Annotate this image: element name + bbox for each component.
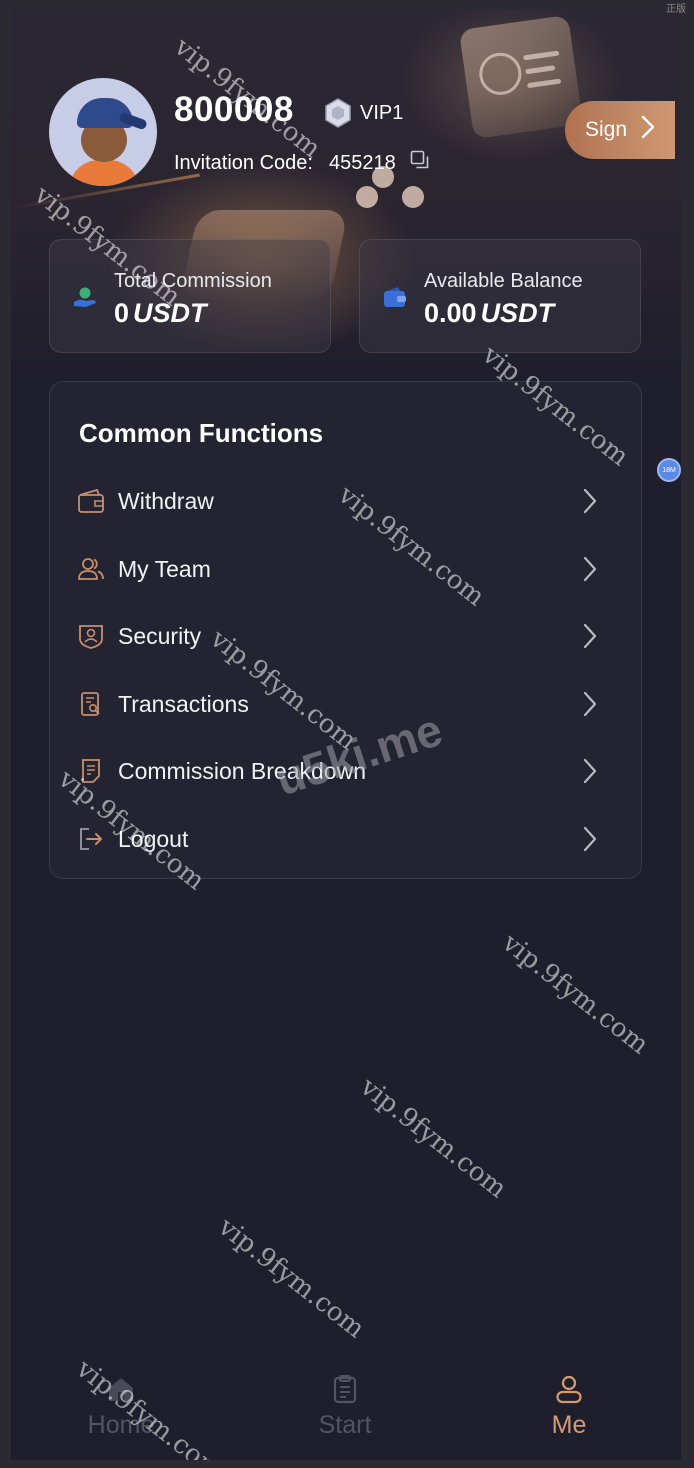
available-balance-card[interactable]: Available Balance 0.00 USDT — [359, 239, 641, 353]
commission-hand-icon — [72, 286, 98, 315]
menu-item-withdraw[interactable]: Withdraw — [50, 475, 643, 527]
tab-start[interactable]: Start — [275, 1374, 415, 1440]
search-document-icon — [77, 690, 105, 718]
chevron-right-icon — [582, 622, 598, 655]
clipboard-icon — [275, 1374, 415, 1409]
avatar[interactable] — [49, 78, 157, 186]
total-commission-value: 0 USDT — [114, 298, 207, 328]
invitation-row: Invitation Code: 455218 — [174, 150, 430, 176]
user-id: 800008 — [174, 90, 294, 129]
list-document-icon — [77, 757, 105, 785]
chevron-right-icon — [582, 825, 598, 858]
chevron-right-icon — [582, 690, 598, 723]
copy-icon[interactable] — [410, 150, 430, 176]
sign-label: Sign — [585, 118, 628, 141]
decorative-coin — [476, 50, 525, 98]
common-functions-card: Common Functions Withdraw My Team Securi… — [49, 381, 642, 879]
chevron-right-icon — [582, 487, 598, 520]
tab-me[interactable]: Me — [499, 1374, 639, 1440]
wallet-icon — [77, 487, 105, 515]
tab-home[interactable]: Home — [51, 1374, 191, 1440]
menu-item-my-team[interactable]: My Team — [50, 543, 643, 595]
vip-badge: VIP1 — [324, 98, 403, 128]
sign-button[interactable]: Sign — [565, 101, 675, 159]
tab-label: Me — [551, 1411, 587, 1439]
available-balance-label: Available Balance — [424, 270, 583, 292]
watermark-text: vip.9fym.com — [212, 1212, 371, 1345]
chevron-right-icon — [641, 115, 655, 145]
menu-label: Transactions — [118, 691, 249, 717]
menu-item-transactions[interactable]: Transactions — [50, 678, 643, 730]
total-commission-label: Total Commission — [114, 270, 272, 292]
invitation-code: 455218 — [328, 151, 396, 174]
chevron-right-icon — [582, 555, 598, 588]
corner-label: 正版 — [666, 4, 686, 15]
chevron-right-icon — [582, 757, 598, 790]
bottom-tab-bar: Home Start Me — [11, 1366, 681, 1460]
available-balance-value: 0.00 USDT — [424, 298, 555, 328]
wallet-balance-icon — [382, 286, 408, 315]
menu-label: My Team — [118, 556, 211, 582]
vip-level: VIP1 — [360, 101, 404, 124]
team-icon — [77, 555, 105, 583]
total-commission-card[interactable]: Total Commission 0 USDT — [49, 239, 331, 353]
shield-user-icon — [77, 622, 105, 650]
menu-label: Logout — [118, 826, 189, 852]
watermark-text: vip.9fym.com — [354, 1072, 513, 1205]
home-icon — [51, 1374, 191, 1409]
logout-icon — [77, 825, 105, 853]
decorative-card-illustration — [458, 14, 584, 140]
app-screen: 800008 VIP1 Invitation Code: 455218 Sign — [11, 10, 681, 1460]
watermark-text: vip.9fym.com — [496, 928, 655, 1061]
menu-item-security[interactable]: Security — [50, 610, 643, 662]
menu-item-logout[interactable]: Logout — [50, 813, 643, 865]
common-functions-title: Common Functions — [79, 418, 324, 448]
tab-label: Start — [318, 1411, 372, 1439]
tab-label: Home — [87, 1411, 155, 1439]
vip-hexagon-icon — [324, 98, 352, 128]
menu-label: Withdraw — [118, 488, 214, 514]
floating-badge[interactable]: 18M — [657, 458, 681, 482]
menu-label: Security — [118, 623, 202, 649]
invitation-label: Invitation Code: — [174, 151, 313, 174]
user-icon — [499, 1374, 639, 1409]
